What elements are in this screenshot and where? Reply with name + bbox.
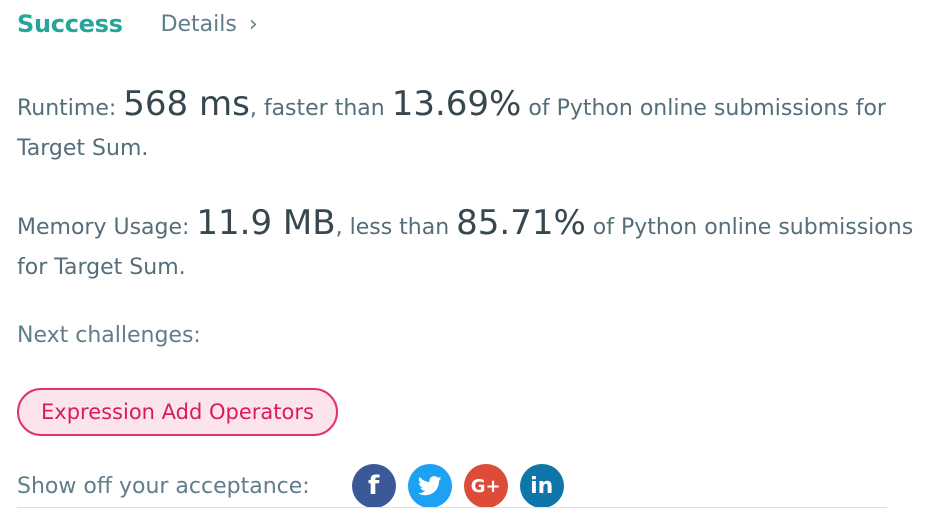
challenge-button[interactable]: Expression Add Operators bbox=[17, 388, 338, 436]
details-link[interactable]: Details › bbox=[161, 12, 258, 37]
memory-value: 11.9 MB bbox=[196, 203, 336, 243]
memory-mid-text: , less than bbox=[335, 215, 457, 240]
memory-summary: Memory Usage: 11.9 MB, less than 85.71% … bbox=[17, 203, 932, 288]
share-label: Show off your acceptance: bbox=[17, 473, 310, 499]
linkedin-icon[interactable]: in bbox=[519, 464, 564, 508]
twitter-bird-glyph bbox=[417, 476, 442, 496]
memory-label: Memory Usage: bbox=[17, 215, 197, 240]
facebook-icon[interactable]: f bbox=[351, 464, 396, 508]
social-share-buttons: f G+ in bbox=[351, 464, 576, 508]
share-row: Show off your acceptance: f G+ in bbox=[17, 462, 576, 510]
runtime-summary: Runtime: 568 ms, faster than 13.69% of P… bbox=[17, 84, 932, 169]
twitter-icon[interactable] bbox=[407, 464, 452, 508]
google-plus-glyph: G+ bbox=[470, 475, 501, 497]
chevron-right-icon: › bbox=[248, 11, 258, 37]
runtime-mid-text: , faster than bbox=[249, 96, 392, 121]
runtime-label: Runtime: bbox=[17, 96, 124, 121]
details-label: Details bbox=[160, 11, 237, 37]
facebook-glyph: f bbox=[368, 471, 380, 501]
runtime-value: 568 ms bbox=[123, 84, 250, 124]
status-label: Success bbox=[17, 10, 123, 38]
next-challenges-label: Next challenges: bbox=[17, 323, 201, 348]
runtime-percentile: 13.69% bbox=[391, 84, 522, 124]
result-header: Success Details › bbox=[17, 6, 258, 42]
linkedin-glyph: in bbox=[530, 473, 554, 499]
divider bbox=[17, 507, 887, 508]
memory-percentile: 85.71% bbox=[456, 203, 586, 243]
google-plus-icon[interactable]: G+ bbox=[463, 464, 508, 508]
